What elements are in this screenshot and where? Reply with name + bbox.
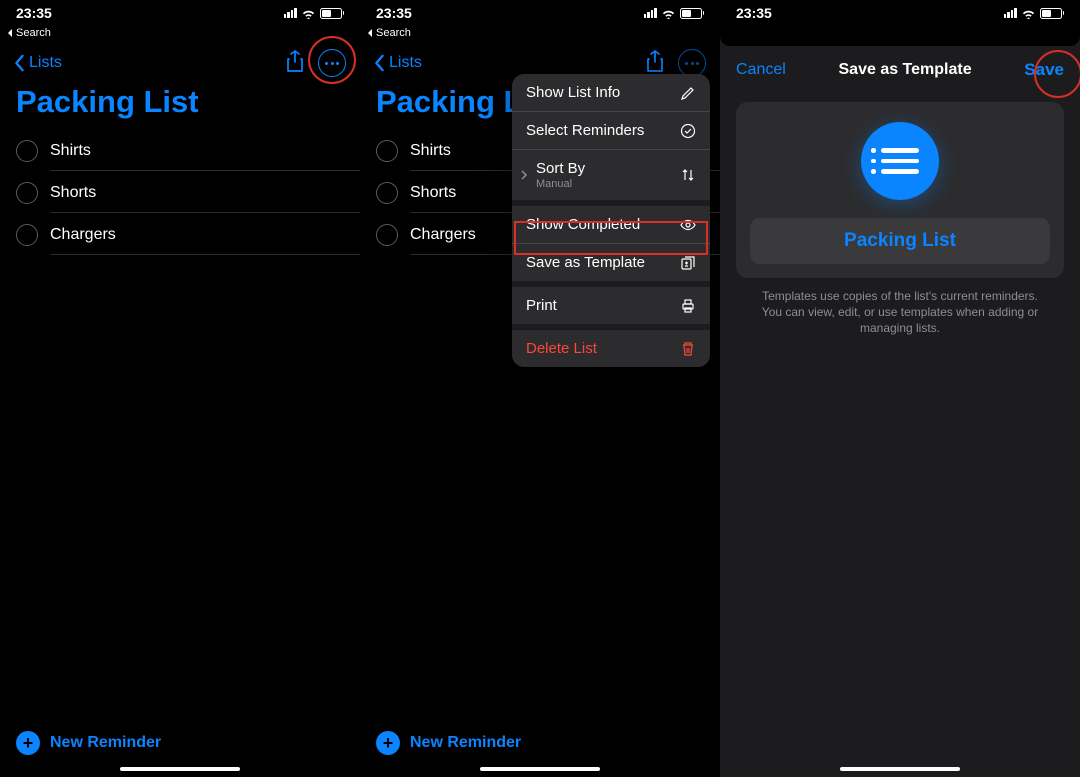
menu-print[interactable]: Print <box>512 287 710 330</box>
wifi-icon <box>661 8 676 19</box>
complete-circle-icon[interactable] <box>16 182 38 204</box>
battery-icon <box>320 8 345 19</box>
complete-circle-icon[interactable] <box>376 182 398 204</box>
trash-icon <box>680 341 696 357</box>
complete-circle-icon[interactable] <box>16 224 38 246</box>
save-button[interactable]: Save <box>1024 60 1064 80</box>
eye-icon <box>680 217 696 233</box>
home-indicator[interactable] <box>480 767 600 771</box>
nav-bar: Lists <box>0 42 360 80</box>
back-button[interactable]: Lists <box>14 54 62 72</box>
phone-screen-1: 23:35 Search Lists Packing List Shirts S… <box>0 0 360 777</box>
menu-select-reminders[interactable]: Select Reminders <box>512 112 710 150</box>
status-bar: 23:35 <box>720 0 1080 24</box>
more-button[interactable] <box>678 49 706 77</box>
cellular-icon <box>644 8 657 18</box>
status-icons <box>644 8 705 19</box>
home-indicator[interactable] <box>840 767 960 771</box>
back-to-search[interactable]: Search <box>0 24 360 42</box>
reminder-item[interactable]: Shorts <box>0 172 360 214</box>
share-icon[interactable] <box>646 50 664 77</box>
reminders-list: Shirts Shorts Chargers <box>0 130 360 256</box>
share-icon[interactable] <box>286 50 304 77</box>
home-indicator[interactable] <box>120 767 240 771</box>
plus-icon: + <box>16 731 40 755</box>
list-bullet-icon <box>861 122 939 200</box>
new-reminder-button[interactable]: + New Reminder <box>360 731 720 761</box>
status-time: 23:35 <box>736 5 772 21</box>
wifi-icon <box>1021 8 1036 19</box>
back-button[interactable]: Lists <box>374 54 422 72</box>
chevron-right-icon <box>516 167 532 183</box>
status-icons <box>1004 8 1065 19</box>
phone-screen-2: 23:35 Search Lists Packing List Shirts S… <box>360 0 720 777</box>
modal-nav-bar: Cancel Save as Template Save <box>720 46 1080 90</box>
printer-icon <box>680 298 696 314</box>
menu-delete-list[interactable]: Delete List <box>512 330 710 367</box>
template-icon <box>680 255 696 271</box>
checkmark-circle-icon <box>680 123 696 139</box>
status-icons <box>284 8 345 19</box>
reminder-item[interactable]: Shirts <box>0 130 360 172</box>
modal-title: Save as Template <box>839 61 972 79</box>
template-hint-text: Templates use copies of the list's curre… <box>736 278 1064 347</box>
complete-circle-icon[interactable] <box>376 224 398 246</box>
cellular-icon <box>284 8 297 18</box>
wifi-icon <box>301 8 316 19</box>
pencil-icon <box>680 85 696 101</box>
template-card: Packing List <box>736 102 1064 278</box>
sort-arrows-icon <box>680 167 696 183</box>
status-bar: 23:35 <box>360 0 720 24</box>
complete-circle-icon[interactable] <box>376 140 398 162</box>
plus-icon: + <box>376 731 400 755</box>
menu-show-list-info[interactable]: Show List Info <box>512 74 710 112</box>
new-reminder-button[interactable]: + New Reminder <box>0 731 360 761</box>
complete-circle-icon[interactable] <box>16 140 38 162</box>
reminder-item[interactable]: Chargers <box>0 214 360 256</box>
back-to-search[interactable]: Search <box>360 24 720 42</box>
status-time: 23:35 <box>376 5 412 21</box>
phone-screen-3: 23:35 Cancel Save as Template Save Packi… <box>720 0 1080 777</box>
battery-icon <box>1040 8 1065 19</box>
template-name-input[interactable]: Packing List <box>750 218 1050 264</box>
list-title: Packing List <box>0 80 360 130</box>
context-menu: Show List Info Select Reminders Sort By … <box>512 74 710 367</box>
cellular-icon <box>1004 8 1017 18</box>
menu-save-as-template[interactable]: Save as Template <box>512 244 710 287</box>
battery-icon <box>680 8 705 19</box>
status-bar: 23:35 <box>0 0 360 24</box>
menu-sort-by[interactable]: Sort By Manual <box>512 150 710 206</box>
menu-show-completed[interactable]: Show Completed <box>512 206 710 244</box>
status-time: 23:35 <box>16 5 52 21</box>
cancel-button[interactable]: Cancel <box>736 61 786 79</box>
more-button[interactable] <box>318 49 346 77</box>
